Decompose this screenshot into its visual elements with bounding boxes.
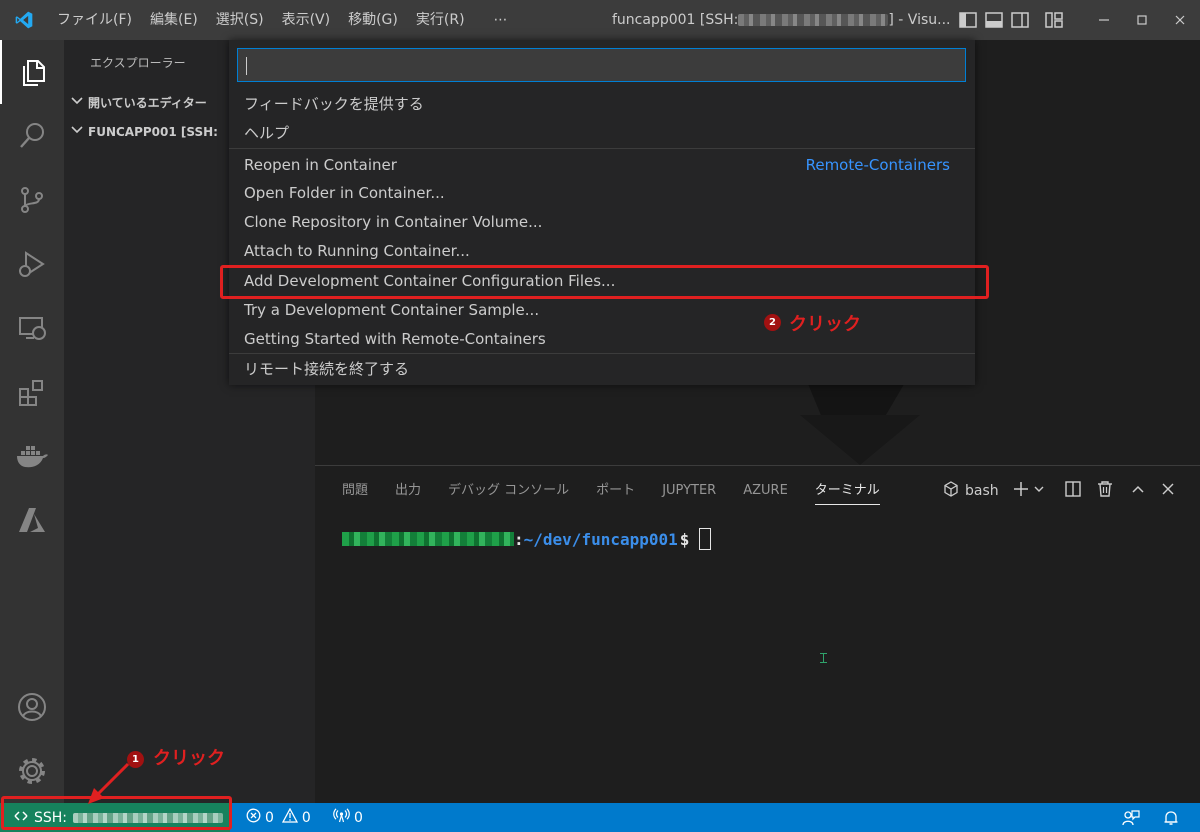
title-bar: ファイル(F) 編集(E) 選択(S) 表示(V) 移動(G) 実行(R) ⋯ …	[0, 0, 1200, 40]
new-terminal-icon[interactable]	[1013, 481, 1029, 501]
ports-status[interactable]: 0	[333, 803, 363, 832]
error-count: 0	[265, 809, 274, 826]
split-terminal-icon[interactable]	[1064, 481, 1081, 501]
qp-item-help[interactable]: ヘルプ	[244, 119, 289, 147]
text-caret	[246, 57, 247, 75]
customize-layout-icon[interactable]	[1041, 0, 1067, 40]
open-editors-section[interactable]: 開いているエディター	[70, 94, 207, 111]
feedback-icon[interactable]	[1122, 803, 1140, 832]
warning-icon	[281, 807, 299, 827]
qp-item-clone-repository[interactable]: Clone Repository in Container Volume...	[244, 208, 542, 236]
run-debug-icon[interactable]	[0, 232, 64, 296]
separator	[229, 353, 975, 354]
qp-item-try-sample[interactable]: Try a Development Container Sample...	[244, 296, 539, 324]
layout-controls	[955, 0, 1067, 40]
menu-selection[interactable]: 選択(S)	[207, 0, 273, 40]
tab-output[interactable]: 出力	[368, 478, 421, 508]
prompt-separator: :	[514, 529, 524, 549]
chevron-down-icon[interactable]	[1033, 483, 1045, 499]
accounts-icon[interactable]	[0, 675, 64, 739]
qp-item-attach-container[interactable]: Attach to Running Container...	[244, 237, 470, 265]
qp-item-feedback[interactable]: フィードバックを提供する	[244, 90, 424, 118]
folder-section[interactable]: FUNCAPP001 [SSH:	[70, 123, 218, 140]
broadcast-icon	[333, 808, 350, 827]
source-control-icon[interactable]	[0, 168, 64, 232]
bottom-panel: 問題 出力 デバッグ コンソール ポート JUPYTER AZURE ターミナル…	[315, 465, 1200, 803]
notifications-bell-icon[interactable]	[1163, 803, 1179, 832]
window-title: funcapp001 [SSH: ] - Visu...	[612, 0, 950, 40]
extensions-icon[interactable]	[0, 360, 64, 424]
mouse-ibeam-cursor	[820, 652, 827, 663]
tab-ports[interactable]: ポート	[569, 478, 635, 508]
terminal-cursor	[699, 528, 712, 550]
chevron-down-icon	[70, 123, 84, 140]
tab-debug-console[interactable]: デバッグ コンソール	[421, 478, 569, 508]
toggle-secondary-sidebar-icon[interactable]	[1007, 0, 1033, 40]
qp-item-reopen-in-container[interactable]: Reopen in Container	[244, 151, 397, 179]
error-icon	[246, 808, 261, 827]
menu-edit[interactable]: 編集(E)	[141, 0, 207, 40]
docker-icon[interactable]	[0, 424, 64, 488]
close-panel-icon[interactable]	[1161, 482, 1175, 500]
prompt-path: ~/dev/funcapp001	[523, 529, 678, 549]
azure-icon[interactable]	[0, 488, 64, 552]
remote-explorer-icon[interactable]	[0, 296, 64, 360]
qp-item-close-remote[interactable]: リモート接続を終了する	[244, 355, 409, 383]
arrow-icon	[88, 762, 130, 804]
toggle-sidebar-icon[interactable]	[955, 0, 981, 40]
toggle-panel-icon[interactable]	[981, 0, 1007, 40]
close-icon[interactable]	[1161, 0, 1199, 40]
open-editors-label: 開いているエディター	[88, 96, 207, 110]
qp-group-label: Remote-Containers	[805, 156, 950, 174]
kill-terminal-icon[interactable]	[1097, 481, 1113, 501]
window-controls	[1085, 0, 1199, 40]
menu-more[interactable]: ⋯	[474, 0, 517, 40]
terminal-prompt[interactable]: : ~/dev/funcapp001 $	[342, 528, 712, 550]
qp-item-open-folder-in-container[interactable]: Open Folder in Container...	[244, 179, 445, 207]
activity-bar	[0, 40, 64, 803]
window-title-prefix: funcapp001 [SSH:	[612, 12, 739, 28]
menu-run[interactable]: 実行(R)	[407, 0, 474, 40]
panel-tabs: 問題 出力 デバッグ コンソール ポート JUPYTER AZURE ターミナル	[315, 478, 880, 508]
tab-azure[interactable]: AZURE	[716, 478, 788, 508]
search-icon[interactable]	[0, 104, 64, 168]
terminal-shell-label[interactable]: bash	[965, 483, 999, 499]
panel-actions: bash	[943, 478, 1175, 504]
chevron-down-icon	[70, 94, 84, 111]
command-palette: フィードバックを提供する ヘルプ Reopen in Container Rem…	[229, 40, 975, 385]
sidebar-title: エクスプローラー	[90, 56, 186, 70]
folder-label: FUNCAPP001 [SSH:	[88, 124, 218, 139]
menu-file[interactable]: ファイル(F)	[48, 0, 141, 40]
menu-go[interactable]: 移動(G)	[339, 0, 407, 40]
settings-gear-icon[interactable]	[0, 739, 64, 803]
qp-item-getting-started[interactable]: Getting Started with Remote-Containers	[244, 325, 546, 353]
minimize-icon[interactable]	[1085, 0, 1123, 40]
maximize-icon[interactable]	[1123, 0, 1161, 40]
redacted-host	[738, 14, 889, 26]
menu-view[interactable]: 表示(V)	[273, 0, 340, 40]
separator	[229, 148, 975, 149]
explorer-icon[interactable]	[0, 40, 64, 104]
window-title-suffix: ] - Visu...	[888, 12, 951, 28]
step2-badge: 2	[764, 314, 781, 331]
warning-count: 0	[301, 809, 311, 826]
tab-problems[interactable]: 問題	[315, 478, 368, 508]
ports-count: 0	[354, 809, 363, 826]
tab-jupyter[interactable]: JUPYTER	[635, 478, 716, 508]
vscode-logo-icon	[0, 0, 48, 40]
problems-status[interactable]: 0 0	[246, 803, 311, 832]
tab-terminal[interactable]: ターミナル	[788, 478, 880, 508]
step1-label: クリック	[153, 748, 225, 769]
highlight-box-step2	[220, 265, 989, 299]
tab-terminal-label: ターミナル	[814, 483, 880, 505]
prompt-symbol: $	[679, 529, 690, 549]
maximize-panel-icon[interactable]	[1131, 482, 1145, 500]
step2-label: クリック	[789, 314, 861, 335]
terminal-shell-icon	[943, 481, 959, 501]
quick-pick-input[interactable]	[237, 48, 966, 82]
menu-bar: ファイル(F) 編集(E) 選択(S) 表示(V) 移動(G) 実行(R) ⋯	[48, 0, 517, 40]
redacted-user-host	[342, 532, 514, 546]
